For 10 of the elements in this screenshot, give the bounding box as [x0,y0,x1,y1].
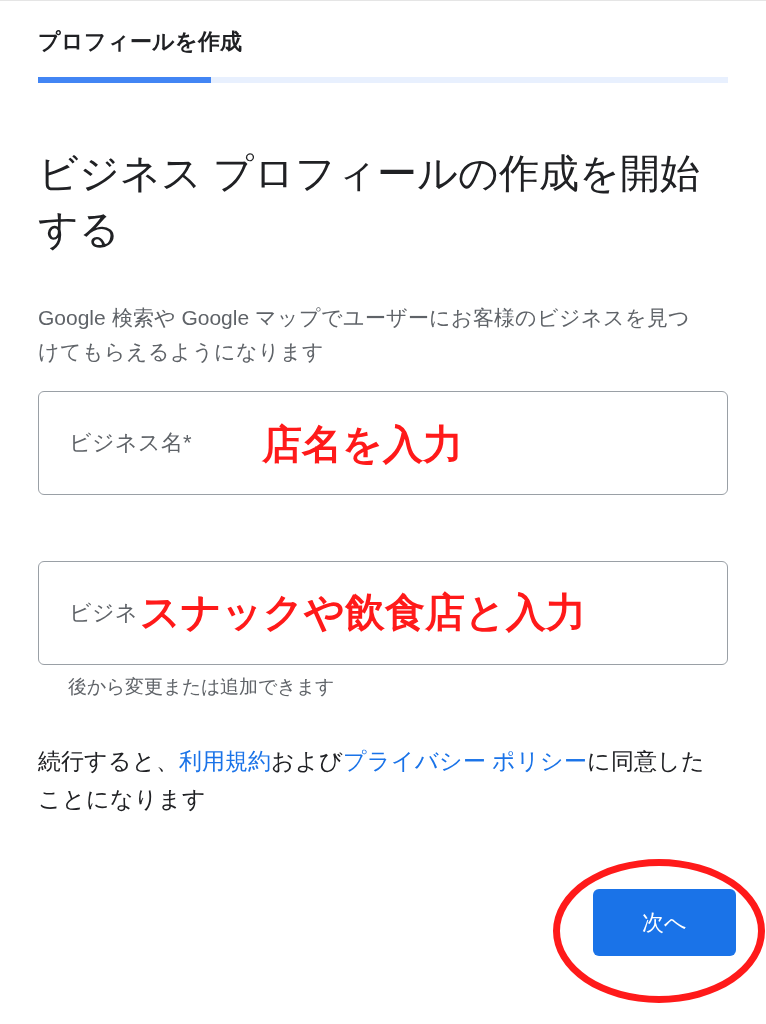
terms-link[interactable]: 利用規約 [179,747,271,774]
terms-link[interactable]: プライバシー ポリシー [343,747,588,774]
annotation-text: 店名を入力 [262,421,463,468]
heading: ビジネス プロフィールの作成を開始する [38,150,702,253]
description: Google 検索や Google マップでユーザーにお客様のビジネスを見つけてもらえるようになります [38,305,691,365]
next-button[interactable]: 次へ [593,889,736,956]
helper-text: 後から変更または追加できます [68,675,335,699]
annotation-text: スナックや飲食店と入力 [140,589,586,636]
terms-text: 続行すると、利用規約およびプライバシー ポリシーに同意したことになります [38,746,707,814]
page-title: プロフィールを作成 [38,28,243,56]
